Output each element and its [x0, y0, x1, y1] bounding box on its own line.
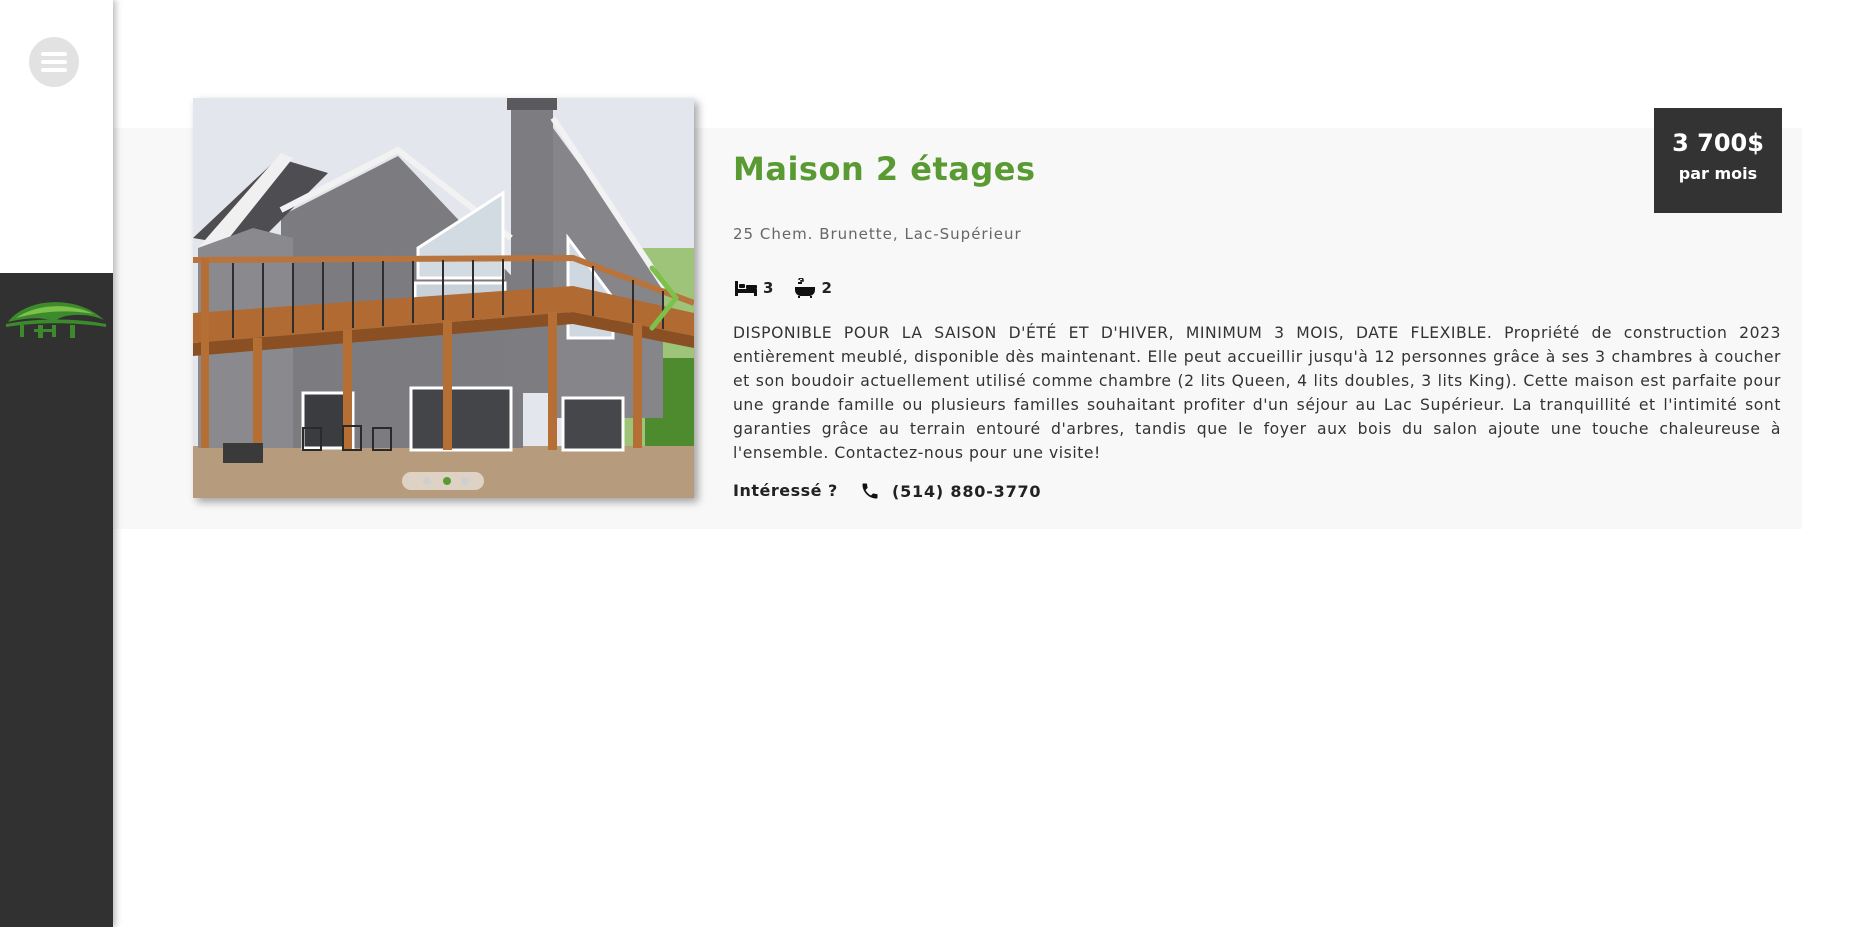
- bed-icon: [735, 281, 757, 296]
- carousel-dot-2-active[interactable]: [443, 477, 451, 485]
- listing-address: 25 Chem. Brunette, Lac-Supérieur: [733, 225, 1022, 243]
- price-period: par mois: [1678, 164, 1758, 183]
- listing-title: Maison 2 étages: [733, 150, 1036, 188]
- carousel-dot-1[interactable]: [423, 477, 431, 485]
- listing-description: DISPONIBLE POUR LA SAISON D'ÉTÉ ET D'HIV…: [733, 324, 1781, 462]
- sidebar-top: [0, 0, 113, 273]
- price-amount: 3 700$: [1672, 129, 1764, 157]
- hamburger-menu-icon[interactable]: [29, 37, 79, 87]
- property-photo[interactable]: [193, 98, 694, 498]
- interest-label: Intéressé ?: [733, 481, 838, 500]
- phone-icon: [862, 483, 878, 499]
- green-bridge-logo-icon[interactable]: [6, 296, 106, 342]
- phone-link[interactable]: (514) 880-3770: [860, 481, 1041, 501]
- carousel-indicators: [402, 472, 484, 490]
- bathrooms-feature: 2: [795, 278, 832, 298]
- price-badge: 3 700$ par mois: [1654, 108, 1782, 213]
- bedrooms-count: 3: [763, 279, 774, 297]
- sidebar-bottom: [0, 273, 113, 927]
- sidebar: [0, 0, 113, 927]
- carousel-dot-3[interactable]: [461, 477, 469, 485]
- phone-number: (514) 880-3770: [892, 481, 1042, 501]
- bedrooms-feature: 3: [735, 279, 773, 297]
- bathrooms-count: 2: [821, 279, 832, 297]
- chevron-right-icon[interactable]: [646, 262, 682, 334]
- listing-features: 3 2: [735, 276, 854, 300]
- bathtub-icon: [795, 278, 816, 298]
